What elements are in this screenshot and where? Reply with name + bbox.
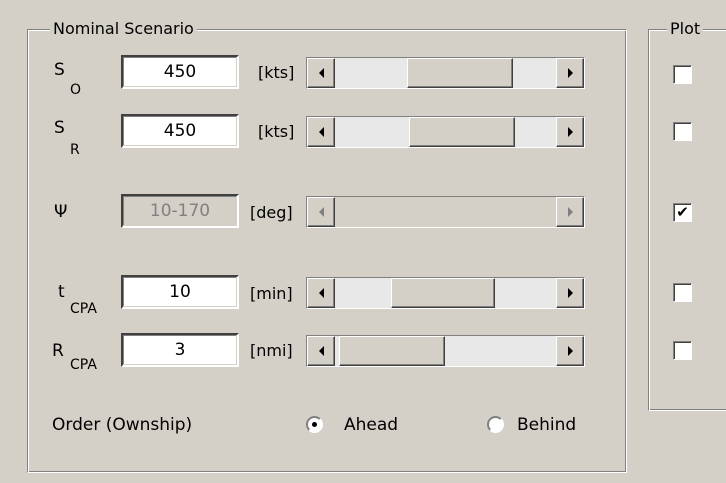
psi-slider-left-arrow xyxy=(307,197,335,227)
s-o-unit: [kts] xyxy=(258,63,295,82)
plot-checkbox-psi[interactable]: ✔ xyxy=(673,203,692,222)
s-o-slider-left-arrow[interactable] xyxy=(307,58,335,88)
s-o-label: S xyxy=(54,60,65,80)
s-o-slider-right-arrow[interactable] xyxy=(556,58,584,88)
r-cpa-slider-left-arrow[interactable] xyxy=(307,336,335,366)
psi-unit: [deg] xyxy=(250,203,293,222)
behind-radio-button[interactable] xyxy=(487,416,504,433)
ahead-label[interactable]: Ahead xyxy=(344,415,398,435)
plot-checkbox-t-cpa[interactable] xyxy=(673,283,692,302)
s-o-field[interactable]: 450 xyxy=(121,55,239,89)
s-o-subscript: O xyxy=(70,82,82,98)
arrow-right-icon xyxy=(567,68,573,78)
s-r-unit: [kts] xyxy=(258,122,295,141)
arrow-left-icon xyxy=(318,288,324,298)
arrow-right-icon xyxy=(567,346,573,356)
plot-checkbox-s-r[interactable] xyxy=(673,122,692,141)
order-label: Order (Ownship) xyxy=(52,415,193,435)
t-cpa-slider-left-arrow[interactable] xyxy=(307,278,335,308)
arrow-right-icon xyxy=(567,127,573,137)
radio-selected-dot xyxy=(312,422,317,427)
plot-title: Plot xyxy=(667,19,704,39)
s-r-field[interactable]: 450 xyxy=(121,114,239,148)
s-o-slider-thumb[interactable] xyxy=(407,58,513,88)
psi-slider-right-arrow xyxy=(556,197,584,227)
s-r-slider-left-arrow[interactable] xyxy=(307,117,335,147)
nominal-scenario-group: Nominal Scenario xyxy=(27,19,627,473)
r-cpa-slider-right-arrow[interactable] xyxy=(556,336,584,366)
psi-field: 10-170 xyxy=(121,194,239,228)
plot-checkbox-s-o[interactable] xyxy=(673,65,692,84)
psi-label: Ψ xyxy=(54,202,68,222)
r-cpa-field[interactable]: 3 xyxy=(121,333,239,367)
s-r-subscript: R xyxy=(70,142,80,158)
s-o-slider[interactable] xyxy=(306,57,585,89)
arrow-right-icon xyxy=(567,288,573,298)
r-cpa-slider[interactable] xyxy=(306,335,585,367)
arrow-left-icon xyxy=(318,346,324,356)
r-cpa-subscript: CPA xyxy=(70,357,97,373)
t-cpa-unit: [min] xyxy=(250,284,293,303)
arrow-left-icon xyxy=(318,207,324,217)
ahead-radio-button[interactable] xyxy=(306,416,323,433)
s-r-slider-right-arrow[interactable] xyxy=(556,117,584,147)
t-cpa-slider-thumb[interactable] xyxy=(391,278,495,308)
s-r-label: S xyxy=(54,118,65,138)
arrow-left-icon xyxy=(318,68,324,78)
r-cpa-unit: [nmi] xyxy=(250,341,293,360)
nominal-scenario-title: Nominal Scenario xyxy=(50,19,197,39)
arrow-right-icon xyxy=(567,207,573,217)
t-cpa-slider[interactable] xyxy=(306,277,585,309)
t-cpa-field[interactable]: 10 xyxy=(121,275,239,309)
psi-slider xyxy=(306,196,585,228)
r-cpa-slider-thumb[interactable] xyxy=(339,336,445,366)
s-r-slider-thumb[interactable] xyxy=(409,117,515,147)
t-cpa-subscript: CPA xyxy=(70,301,97,317)
t-cpa-slider-right-arrow[interactable] xyxy=(556,278,584,308)
r-cpa-label: R xyxy=(52,341,64,361)
behind-label[interactable]: Behind xyxy=(517,415,576,435)
arrow-left-icon xyxy=(318,127,324,137)
t-cpa-label: t xyxy=(58,282,65,302)
s-r-slider[interactable] xyxy=(306,116,585,148)
plot-checkbox-r-cpa[interactable] xyxy=(673,341,692,360)
